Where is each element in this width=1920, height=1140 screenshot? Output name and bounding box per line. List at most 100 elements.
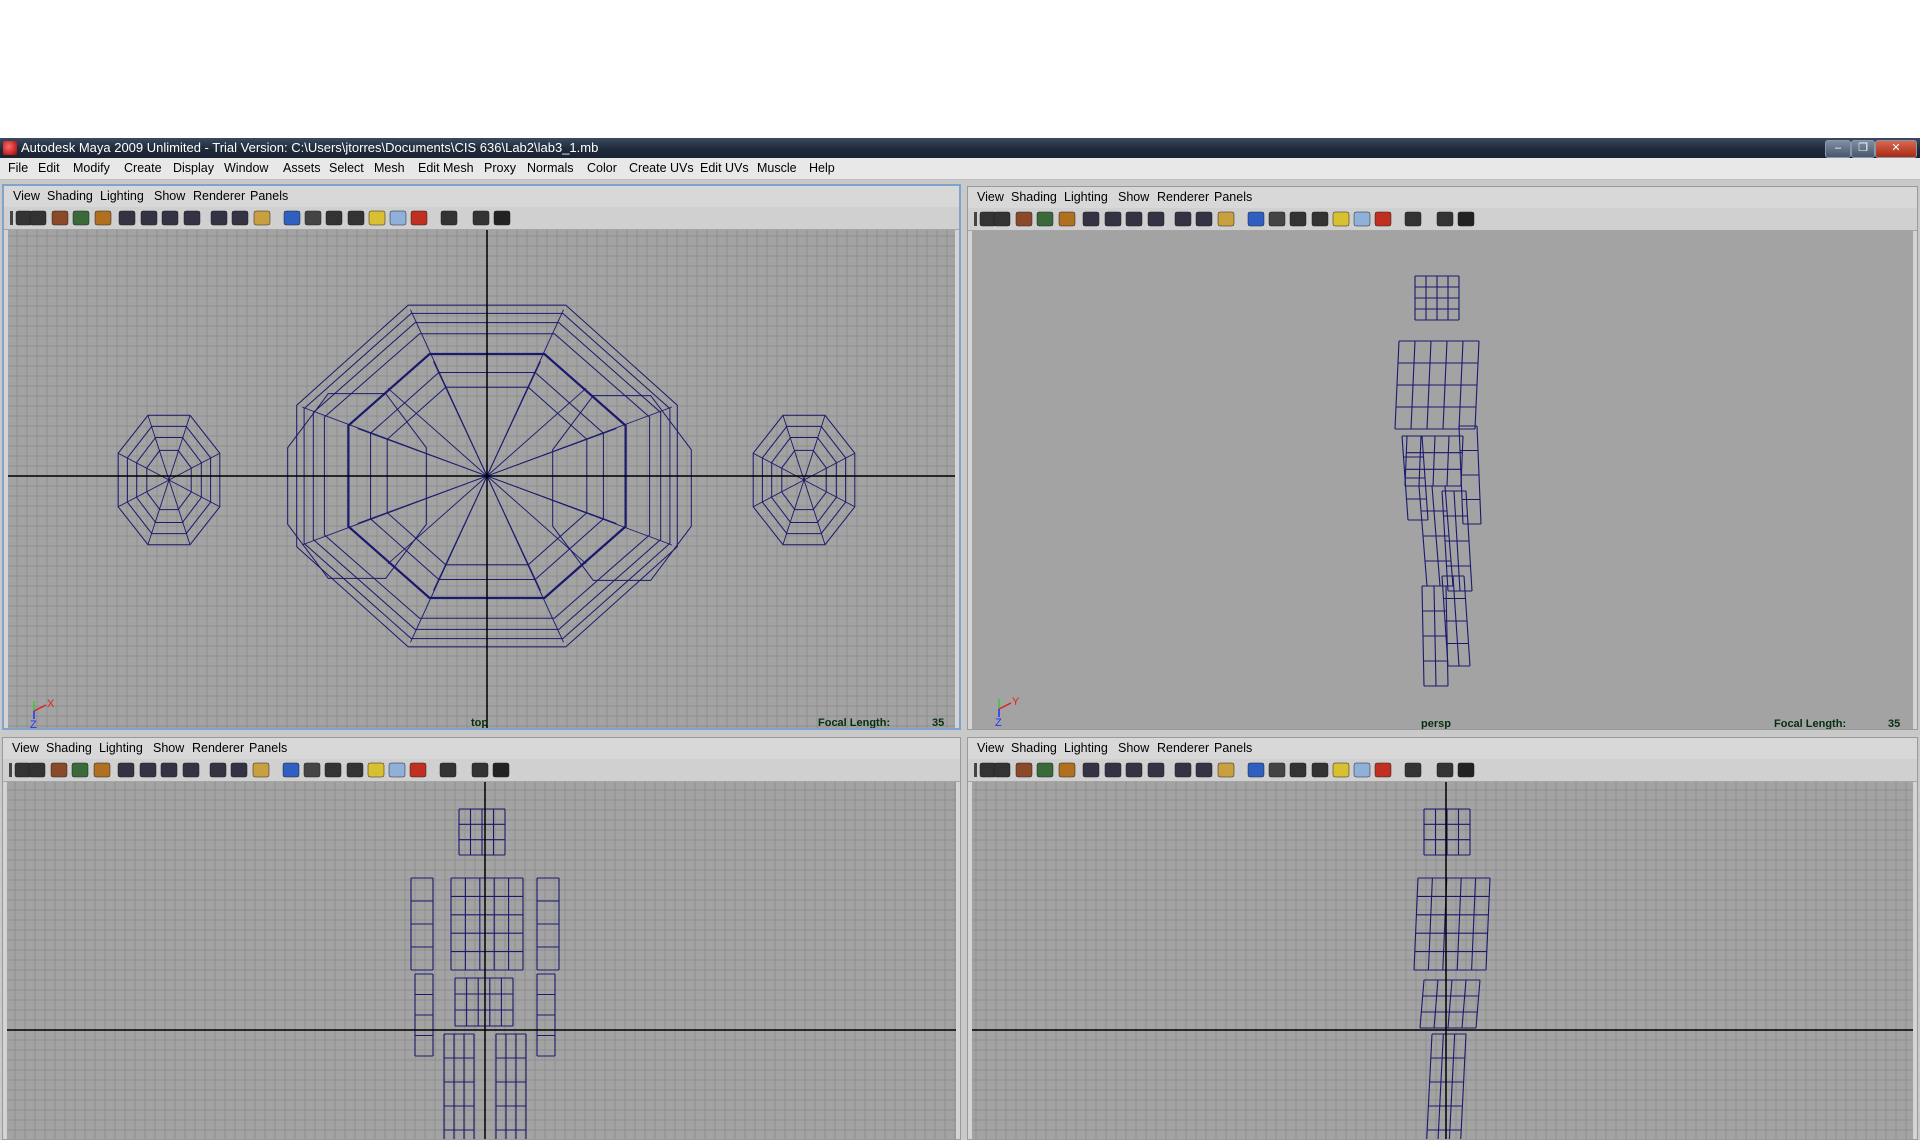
isolate-select-icon	[409, 762, 427, 778]
panel-side-view[interactable]: View Shading Lighting Show Renderer Pane…	[967, 737, 1918, 1140]
panel-menu-shading[interactable]: Shading	[46, 738, 92, 759]
panel-menu-bar: View Shading Lighting Show Renderer Pane…	[968, 738, 1917, 759]
axis-gizmo-side	[998, 702, 1012, 710]
hud-icon	[492, 762, 510, 778]
panel-menu-view[interactable]: View	[977, 738, 1004, 759]
panel-toolbar	[3, 759, 960, 782]
side-view-canvas[interactable]	[972, 782, 1913, 1139]
persp-view-canvas[interactable]: YZ	[972, 231, 1913, 729]
toolbar-icons[interactable]	[3, 759, 961, 781]
film-gate-icon	[1082, 211, 1100, 227]
panel-front-view[interactable]: View Shading Lighting Show Renderer Pane…	[2, 737, 961, 1140]
use-lights-icon	[346, 762, 364, 778]
panel-menu-show[interactable]: Show	[154, 186, 185, 207]
safe-action-icon	[209, 762, 227, 778]
bounding-box-icon	[1289, 762, 1307, 778]
toolbar-icons[interactable]	[968, 759, 1918, 781]
safe-title-icon	[230, 762, 248, 778]
grid	[972, 782, 1913, 1139]
menu-color[interactable]: Color	[587, 158, 617, 179]
wireframe-icon	[1217, 762, 1235, 778]
menu-muscle[interactable]: Muscle	[757, 158, 797, 179]
menu-select[interactable]: Select	[329, 158, 364, 179]
minimize-button[interactable]: ‒	[1825, 140, 1851, 158]
panel-menu-view[interactable]: View	[12, 738, 39, 759]
panel-menu-panels[interactable]: Panels	[249, 738, 287, 759]
shadow-icon	[1353, 762, 1371, 778]
menu-create[interactable]: Create	[124, 158, 162, 179]
resolution-gate-icon	[140, 210, 158, 226]
menu-normals[interactable]: Normals	[527, 158, 574, 179]
toolbar-icons[interactable]	[4, 207, 961, 229]
restore-button[interactable]: ❐	[1851, 140, 1875, 158]
panel-menu-renderer[interactable]: Renderer	[1157, 738, 1209, 759]
panel-menu-lighting[interactable]: Lighting	[100, 186, 144, 207]
menu-assets[interactable]: Assets	[283, 158, 321, 179]
menu-edit-uvs[interactable]: Edit UVs	[700, 158, 749, 179]
wireframe-icon	[253, 210, 271, 226]
viewport-side[interactable]	[972, 782, 1913, 1139]
panel-menu-lighting[interactable]: Lighting	[99, 738, 143, 759]
camera-attr-icon	[993, 211, 1011, 227]
panel-menu-panels[interactable]: Panels	[1214, 738, 1252, 759]
camera-name-label: persp	[1421, 718, 1451, 729]
viewport-persp[interactable]: YZ persp Focal Length: 35	[972, 231, 1913, 729]
blank-area	[0, 0, 1920, 138]
panel-menu-view[interactable]: View	[977, 187, 1004, 208]
flat-shade-icon	[1268, 762, 1286, 778]
menu-modify[interactable]: Modify	[73, 158, 110, 179]
safe-action-icon	[1174, 211, 1192, 227]
menu-display[interactable]: Display	[173, 158, 214, 179]
panel-menu-panels[interactable]: Panels	[1214, 187, 1252, 208]
side-octagon-spokes	[752, 415, 856, 545]
shadow-icon	[388, 762, 406, 778]
panel-menu-show[interactable]: Show	[153, 738, 184, 759]
bounding-box-icon	[324, 762, 342, 778]
menu-edit[interactable]: Edit	[38, 158, 60, 179]
xray-joints-icon	[1436, 762, 1454, 778]
front-view-canvas[interactable]	[7, 782, 956, 1139]
menu-file[interactable]: File	[8, 158, 28, 179]
panel-menu-view[interactable]: View	[13, 186, 40, 207]
panel-menu-show[interactable]: Show	[1118, 187, 1149, 208]
panel-menu-shading[interactable]: Shading	[47, 186, 93, 207]
menu-proxy[interactable]: Proxy	[484, 158, 516, 179]
top-view-canvas[interactable]: XZ	[8, 230, 955, 728]
title-bar[interactable]: Autodesk Maya 2009 Unlimited - Trial Ver…	[0, 138, 1920, 158]
panel-menu-renderer[interactable]: Renderer	[1157, 187, 1209, 208]
use-lights-icon	[1311, 762, 1329, 778]
panel-menu-show[interactable]: Show	[1118, 738, 1149, 759]
arm-upper-left-mesh	[410, 877, 434, 971]
xray-icon	[439, 762, 457, 778]
panel-menu-panels[interactable]: Panels	[250, 186, 288, 207]
menu-edit-mesh[interactable]: Edit Mesh	[418, 158, 474, 179]
leg-upper-left-mesh	[1418, 485, 1454, 587]
menu-help[interactable]: Help	[809, 158, 835, 179]
field-chart-icon	[183, 210, 201, 226]
panel-menu-lighting[interactable]: Lighting	[1064, 738, 1108, 759]
panel-menu-renderer[interactable]: Renderer	[193, 186, 245, 207]
menu-window[interactable]: Window	[224, 158, 268, 179]
close-button[interactable]: ✕	[1875, 140, 1917, 158]
panel-menu-lighting[interactable]: Lighting	[1064, 187, 1108, 208]
xray-icon	[440, 210, 458, 226]
isolate-select-icon	[1374, 762, 1392, 778]
menu-create-uvs[interactable]: Create UVs	[629, 158, 694, 179]
panel-persp-view[interactable]: View Shading Lighting Show Renderer Pane…	[967, 186, 1918, 730]
safe-title-icon	[231, 210, 249, 226]
safe-title-icon	[1195, 762, 1213, 778]
hud-icon	[1457, 211, 1475, 227]
panel-top-view[interactable]: View Shading Lighting Show Renderer Pane…	[2, 184, 961, 730]
field-chart-icon	[1147, 762, 1165, 778]
image-plane-icon	[72, 210, 90, 226]
panel-menu-renderer[interactable]: Renderer	[192, 738, 244, 759]
viewport-top[interactable]: XZ top Focal Length: 35	[8, 230, 955, 728]
panel-menu-shading[interactable]: Shading	[1011, 738, 1057, 759]
viewport-front[interactable]	[7, 782, 956, 1139]
toolbar-icons[interactable]	[968, 208, 1918, 230]
wireframe-icon	[1217, 211, 1235, 227]
menu-mesh[interactable]: Mesh	[374, 158, 405, 179]
focal-length-value: 35	[1888, 718, 1901, 729]
panel-menu-shading[interactable]: Shading	[1011, 187, 1057, 208]
focal-length-label: Focal Length:	[818, 717, 891, 728]
